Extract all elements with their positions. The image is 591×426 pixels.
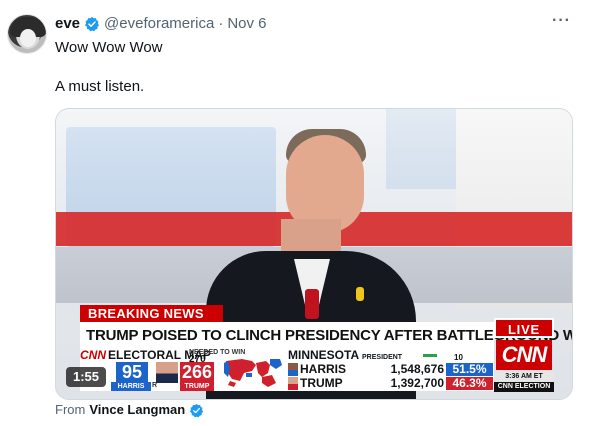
tweet-text-line1: Wow Wow Wow bbox=[55, 39, 163, 56]
race-row-trump: TRUMP 1,392,700 46.3% bbox=[288, 377, 493, 390]
yellow-ribbon-pin-icon bbox=[356, 287, 364, 301]
separator-dot: · bbox=[218, 15, 224, 32]
candidate-votes: 1,392,700 bbox=[390, 376, 444, 390]
candidate-votes: 1,548,676 bbox=[390, 362, 444, 376]
cnn-mini-logo: CNN bbox=[80, 348, 106, 362]
race-row-harris: HARRIS 1,548,676 51.5% bbox=[288, 363, 493, 376]
race-office: PRESIDENT bbox=[362, 354, 403, 361]
results-ticker: CNN ELECTORAL MAP NEEDED TO WIN 270 95 26… bbox=[66, 348, 494, 391]
chyron-headline: TRUMP POISED TO CLINCH PRESIDENCY AFTER … bbox=[80, 322, 572, 349]
us-electoral-map-icon bbox=[224, 359, 282, 387]
video-attribution: From Vince Langman bbox=[55, 402, 204, 418]
candidate-percent: 51.5% bbox=[446, 363, 493, 376]
candidate-percent: 46.3% bbox=[446, 377, 493, 390]
harris-ev-count: 95 bbox=[116, 362, 148, 383]
tweet[interactable]: eve @eveforamerica · Nov 6 ··· Wow Wow W… bbox=[0, 0, 591, 426]
trump-ev-count: 266 bbox=[180, 362, 214, 383]
cnn-logo: CNN bbox=[496, 340, 552, 370]
breaking-news-label: BREAKING NEWS bbox=[80, 305, 223, 322]
harris-ev-label: HARRIS bbox=[111, 382, 151, 391]
tweet-date[interactable]: Nov 6 bbox=[227, 14, 266, 34]
more-options-icon[interactable]: ··· bbox=[552, 12, 571, 30]
candidate-name: HARRIS bbox=[300, 362, 347, 376]
verified-badge-icon bbox=[190, 403, 204, 417]
video-player[interactable]: BREAKING NEWS TRUMP POISED TO CLINCH PRE… bbox=[55, 108, 573, 400]
video-timestamp: 1:55 bbox=[66, 367, 106, 387]
tweet-header: eve @eveforamerica · Nov 6 bbox=[55, 14, 267, 34]
verified-badge-icon bbox=[85, 17, 100, 32]
author-handle[interactable]: @eveforamerica bbox=[104, 14, 214, 34]
broadcast-clock: 3:36 AM ET bbox=[494, 372, 554, 382]
race-ev-value: 10 bbox=[454, 353, 463, 362]
live-badge: LIVE bbox=[494, 318, 554, 338]
author-avatar[interactable] bbox=[7, 14, 47, 54]
candidate-name: TRUMP bbox=[300, 376, 343, 390]
harris-photo bbox=[288, 363, 298, 376]
republican-label: R bbox=[152, 382, 158, 389]
attribution-prefix: From bbox=[55, 402, 86, 417]
race-state: MINNESOTA bbox=[288, 348, 359, 362]
votes-counted-bar bbox=[423, 354, 437, 357]
trump-ev-label: TRUMP bbox=[180, 382, 214, 391]
program-label: CNN ELECTION bbox=[494, 382, 554, 392]
anchor-tie bbox=[305, 289, 319, 319]
trump-photo bbox=[156, 362, 178, 383]
trump-row-photo bbox=[288, 377, 298, 390]
attribution-name[interactable]: Vince Langman bbox=[89, 402, 185, 418]
author-name[interactable]: eve bbox=[55, 14, 80, 34]
tweet-text-line2: A must listen. bbox=[55, 78, 145, 95]
